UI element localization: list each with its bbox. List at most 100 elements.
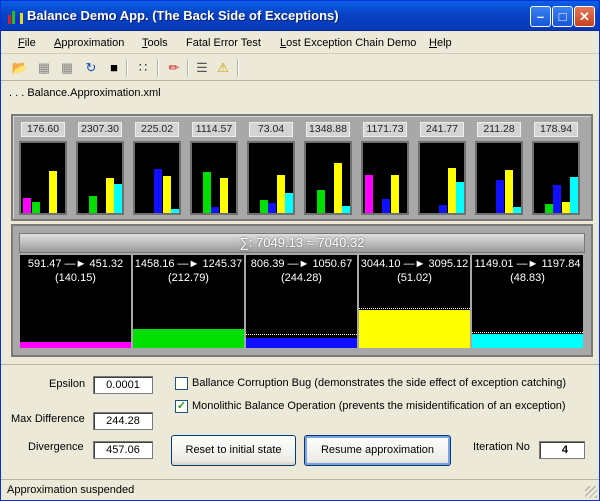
- column-chart: [304, 141, 352, 215]
- bar-yellow: [447, 168, 456, 213]
- cell-difference: (140.15): [55, 272, 96, 284]
- bar-blue: [439, 205, 447, 213]
- file-path: . . . Balance.Approximation.xml: [9, 87, 161, 99]
- resume-approximation-button[interactable]: Resume approximation: [304, 435, 451, 466]
- refresh-icon[interactable]: ↻: [82, 59, 100, 77]
- cell-level-green: [133, 329, 244, 348]
- approximation-cell: 1458.16 —► 1245.37 (212.79): [133, 255, 244, 348]
- balance-column: 211.28: [475, 122, 523, 216]
- column-chart: [133, 141, 181, 215]
- column-value: 211.28: [477, 122, 521, 137]
- bar-cyan: [513, 207, 521, 213]
- bar-cyan: [114, 183, 122, 213]
- menu-lost-exception-chain-demo[interactable]: Lost Exception Chain Demo: [280, 37, 416, 49]
- divergence-value: 457.06: [93, 441, 153, 459]
- iteration-value: 4: [539, 441, 585, 459]
- column-chart: [475, 141, 523, 215]
- status-text: Approximation suspended: [7, 484, 135, 496]
- resize-grip-icon[interactable]: [585, 486, 597, 498]
- max-difference-label: Max Difference: [11, 413, 85, 425]
- column-chart: [532, 141, 580, 215]
- toolbar-separator: [157, 59, 159, 77]
- bar-yellow: [561, 201, 570, 213]
- cell-level-magenta: [20, 341, 131, 348]
- cell-transition: 806.39 —► 1050.67: [250, 258, 353, 270]
- bar-cyan: [285, 192, 293, 213]
- toolbar-separator: [237, 59, 239, 77]
- app-window: Balance Demo App. (The Back Side of Exce…: [0, 0, 600, 501]
- minimize-button[interactable]: –: [530, 6, 551, 27]
- approximation-cell: 1149.01 —► 1197.84 (48.83): [472, 255, 583, 348]
- column-value: 178.94: [534, 122, 578, 137]
- column-value: 1171.73: [363, 122, 407, 137]
- toolbar: 📂 ▦ ▦ ↻ ■ ∷ ✏ ☰ ⚠: [1, 55, 599, 81]
- toolbar-separator: [126, 59, 128, 77]
- menu-approximation[interactable]: Approximation: [54, 37, 124, 49]
- balance-column: 241.77: [418, 122, 466, 216]
- column-value: 241.77: [420, 122, 464, 137]
- save-icon[interactable]: ▦: [35, 59, 53, 77]
- sum-label: ∑: 7049.13 ≈ 7040.32: [19, 233, 585, 253]
- menu-fatal-error-test[interactable]: Fatal Error Test: [186, 37, 261, 49]
- document-icon[interactable]: ☰: [193, 59, 211, 77]
- monolithic-operation-label[interactable]: Monolithic Balance Operation (prevents t…: [192, 400, 566, 412]
- maximize-button[interactable]: □: [552, 6, 573, 27]
- corruption-bug-label[interactable]: Ballance Corruption Bug (demonstrates th…: [192, 377, 566, 389]
- bar-cyan: [171, 208, 179, 213]
- toolbar-separator: [187, 59, 189, 77]
- cell-target-line: [246, 333, 357, 335]
- close-button[interactable]: ✕: [574, 6, 595, 27]
- bar-yellow: [105, 178, 114, 213]
- balance-column: 178.94: [532, 122, 580, 216]
- warning-icon[interactable]: ⚠: [214, 59, 232, 77]
- bar-green: [202, 171, 211, 213]
- bar-yellow: [390, 174, 399, 213]
- stop-icon[interactable]: ■: [105, 59, 123, 77]
- cell-transition: 1149.01 —► 1197.84: [474, 258, 581, 270]
- bar-yellow: [48, 171, 57, 213]
- save-as-icon[interactable]: ▦: [58, 59, 76, 77]
- approximation-cell: 806.39 —► 1050.67 (244.28): [246, 255, 357, 348]
- bar-magenta: [23, 197, 31, 213]
- bar-blue: [496, 180, 504, 213]
- corruption-bug-checkbox[interactable]: [175, 377, 188, 390]
- bar-green: [544, 203, 553, 213]
- cell-difference: (48.83): [510, 272, 545, 284]
- bar-blue: [382, 199, 390, 213]
- monolithic-operation-checkbox[interactable]: ✓: [175, 400, 188, 413]
- status-bar: Approximation suspended: [1, 479, 599, 500]
- bar-magenta: [365, 174, 373, 213]
- column-chart: [19, 141, 67, 215]
- menu-tools[interactable]: Tools: [142, 37, 168, 49]
- bar-green: [316, 189, 325, 213]
- cell-difference: (212.79): [168, 272, 209, 284]
- bar-yellow: [333, 162, 342, 213]
- menu-file[interactable]: File: [18, 37, 36, 49]
- balance-column: 1171.73: [361, 122, 409, 216]
- pencil-icon[interactable]: ✏: [165, 59, 183, 77]
- bar-green: [88, 195, 97, 213]
- column-chart: [361, 141, 409, 215]
- column-value: 225.02: [135, 122, 179, 137]
- bar-yellow: [162, 175, 171, 213]
- bar-yellow: [276, 174, 285, 213]
- balance-column: 1114.57: [190, 122, 238, 216]
- balance-column: 2307.30: [76, 122, 124, 216]
- bar-blue: [553, 185, 561, 213]
- bar-cyan: [456, 181, 464, 213]
- cell-target-line: [359, 307, 470, 309]
- bar-blue: [154, 168, 162, 213]
- bar-yellow: [219, 178, 228, 213]
- menu-help[interactable]: Help: [429, 37, 452, 49]
- title-bar[interactable]: Balance Demo App. (The Back Side of Exce…: [1, 1, 599, 31]
- controls-panel: Epsilon 0.0001 Max Difference 244.28 Div…: [1, 364, 599, 479]
- reset-button[interactable]: Reset to initial state: [171, 435, 296, 466]
- column-chart: [418, 141, 466, 215]
- cell-level-yellow: [359, 309, 470, 348]
- column-value: 1348.88: [306, 122, 350, 137]
- bar-blue: [268, 202, 276, 213]
- grid-icon[interactable]: ∷: [134, 59, 152, 77]
- epsilon-value[interactable]: 0.0001: [93, 376, 153, 394]
- bar-green: [259, 199, 268, 213]
- open-folder-icon[interactable]: 📂: [11, 59, 29, 77]
